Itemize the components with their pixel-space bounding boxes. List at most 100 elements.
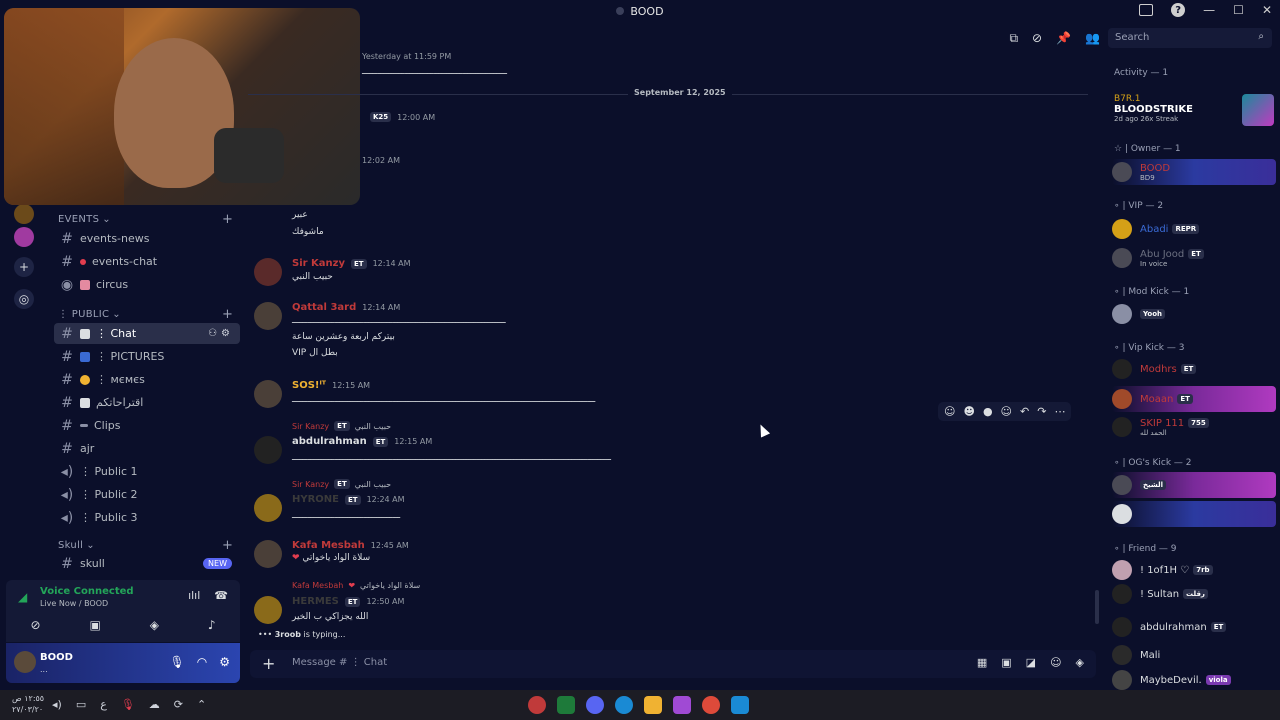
member-list-icon[interactable]: 👥 bbox=[1085, 31, 1100, 46]
member-item[interactable]: SKIP 111 755 الحمد لله bbox=[1112, 414, 1276, 440]
chrome-icon[interactable] bbox=[702, 696, 720, 714]
close-button[interactable]: ✕ bbox=[1262, 3, 1272, 17]
member-item[interactable]: Moaan ET bbox=[1112, 386, 1276, 412]
avatar[interactable] bbox=[254, 258, 282, 286]
cloud-icon[interactable]: ☁ bbox=[149, 698, 160, 711]
avatar[interactable] bbox=[254, 494, 282, 522]
discover-icon[interactable]: ◎ bbox=[14, 289, 34, 309]
copilot-icon[interactable] bbox=[673, 696, 691, 714]
camera-off-icon[interactable]: ⊘ bbox=[30, 618, 40, 632]
avatar[interactable] bbox=[254, 302, 282, 330]
voice-title[interactable]: Voice Connected bbox=[40, 586, 134, 597]
channel-chat[interactable]: # ⋮ Chat ⚇⚙ bbox=[54, 323, 240, 344]
threads-icon[interactable]: ⧉ bbox=[1009, 31, 1018, 46]
member-item[interactable] bbox=[1112, 501, 1276, 527]
avatar[interactable] bbox=[14, 651, 36, 673]
activity-card[interactable]: B7R.1 BLOODSTRIKE 2d ago 26x Streak bbox=[1114, 94, 1274, 130]
sticker-icon[interactable]: ◪ bbox=[1026, 656, 1036, 669]
member-item[interactable]: Modhrs ET bbox=[1112, 356, 1276, 382]
notification-icon[interactable]: ⊘ bbox=[1032, 31, 1042, 46]
apps-icon[interactable]: ◈ bbox=[1076, 656, 1084, 669]
maximize-button[interactable]: ☐ bbox=[1233, 3, 1244, 17]
channel-events-news[interactable]: # events-news bbox=[54, 228, 240, 249]
edge-icon[interactable] bbox=[615, 696, 633, 714]
member-item[interactable]: Abu Jood ET In voice bbox=[1112, 245, 1276, 271]
gift-icon[interactable]: ▦ bbox=[977, 656, 987, 669]
member-item[interactable]: MaybeDevil. viola bbox=[1112, 667, 1276, 690]
soundboard-icon[interactable]: ♪ bbox=[208, 618, 216, 632]
channel-memes[interactable]: # ⋮ мємєѕ bbox=[54, 369, 240, 390]
help-icon[interactable]: ? bbox=[1171, 3, 1186, 17]
language-icon[interactable]: ع bbox=[100, 698, 107, 711]
category-public[interactable]: ⋮ PUBLIC ⌄ + bbox=[58, 307, 233, 322]
member-item[interactable]: BOOD BD9 bbox=[1112, 159, 1276, 185]
chevron-up-icon[interactable]: ⌃ bbox=[197, 698, 206, 711]
author-name[interactable]: Sir Kanzy bbox=[292, 258, 345, 269]
channel-skull[interactable]: # skull NEW bbox=[54, 553, 240, 574]
add-channel-icon[interactable]: + bbox=[222, 307, 233, 322]
member-item[interactable]: ! 1of1H ♡ 7rb bbox=[1112, 557, 1276, 583]
add-reaction-icon[interactable]: ☺ bbox=[1001, 405, 1012, 418]
voice-public-3[interactable]: ◂) ⋮ Public 3 bbox=[54, 507, 240, 528]
server-icon-1[interactable] bbox=[14, 204, 34, 224]
add-channel-icon[interactable]: + bbox=[222, 538, 233, 553]
member-item[interactable]: Abadi REPR bbox=[1112, 216, 1276, 242]
folder-icon[interactable] bbox=[644, 696, 662, 714]
network-icon[interactable]: ▭ bbox=[76, 698, 86, 711]
clock[interactable]: ١٢:٥٥ ص ٢٧/٠٣/٢٠ bbox=[12, 693, 44, 715]
pin-icon[interactable]: 📌 bbox=[1056, 31, 1071, 46]
activity-icon[interactable]: ◈ bbox=[150, 618, 159, 632]
voice-subtitle[interactable]: Live Now / BOOD bbox=[40, 599, 108, 608]
emoji-icon[interactable]: ☺ bbox=[1050, 656, 1061, 669]
channel-circus[interactable]: ◉ circus bbox=[54, 274, 240, 295]
forward-icon[interactable]: ↷ bbox=[1037, 405, 1046, 418]
voice-public-1[interactable]: ◂) ⋮ Public 1 bbox=[54, 461, 240, 482]
member-item[interactable]: ! Sultan رقلت bbox=[1112, 581, 1276, 607]
author-name[interactable]: abdulrahman bbox=[292, 436, 367, 447]
noise-suppression-icon[interactable]: ılıl bbox=[188, 589, 200, 602]
sync-icon[interactable]: ⟳ bbox=[174, 698, 183, 711]
discord-icon[interactable] bbox=[586, 696, 604, 714]
message-input[interactable]: Message # ⋮ Chat bbox=[292, 657, 387, 668]
inbox-icon[interactable] bbox=[1139, 4, 1154, 16]
add-server-icon[interactable]: + bbox=[14, 257, 34, 277]
search-input[interactable]: Search ⌕ bbox=[1108, 28, 1272, 48]
reaction-icon[interactable]: ☻ bbox=[963, 405, 974, 418]
scrollbar[interactable] bbox=[1095, 590, 1099, 624]
voice-public-2[interactable]: ◂) ⋮ Public 2 bbox=[54, 484, 240, 505]
member-item[interactable]: abdulrahman ET bbox=[1112, 614, 1276, 640]
add-channel-icon[interactable]: + bbox=[222, 212, 233, 227]
attach-icon[interactable]: + bbox=[262, 654, 275, 673]
windows-start-icon[interactable] bbox=[731, 696, 749, 714]
minimize-button[interactable]: — bbox=[1203, 3, 1215, 17]
gear-icon[interactable]: ⚙ bbox=[219, 655, 230, 669]
message-composer[interactable]: + Message # ⋮ Chat ▦ ▣ ◪ ☺ ◈ bbox=[250, 650, 1096, 678]
headphones-icon[interactable]: ◠ bbox=[197, 655, 207, 669]
channel-clips[interactable]: # Clips bbox=[54, 415, 240, 436]
app-icon[interactable] bbox=[528, 696, 546, 714]
category-skull[interactable]: Skull ⌄ + bbox=[58, 538, 233, 553]
author-name[interactable]: Kafa Mesbah bbox=[292, 540, 365, 551]
avatar[interactable] bbox=[254, 380, 282, 408]
author-name[interactable]: SOS!ᴵᵀ bbox=[292, 380, 326, 391]
volume-icon[interactable]: ◂) bbox=[52, 698, 62, 711]
channel-pictures[interactable]: # ⋮ PICTURES bbox=[54, 346, 240, 367]
reaction-icon[interactable]: ☺ bbox=[944, 405, 955, 418]
channel-settings-icons[interactable]: ⚇⚙ bbox=[208, 328, 234, 339]
user-name[interactable]: BOOD bbox=[40, 652, 73, 663]
disconnect-icon[interactable]: ☎ bbox=[214, 589, 228, 602]
server-icon-2[interactable] bbox=[14, 227, 34, 247]
author-name[interactable]: HERMES bbox=[292, 596, 339, 607]
channel-events-chat[interactable]: # events-chat bbox=[54, 251, 240, 272]
channel-ajr[interactable]: # ajr bbox=[54, 438, 240, 459]
author-name[interactable]: HYRONE bbox=[292, 494, 339, 505]
channel-suggestions[interactable]: # اقتراحاتكم bbox=[54, 392, 240, 413]
screen-share-icon[interactable]: ▣ bbox=[89, 618, 100, 632]
avatar[interactable] bbox=[254, 436, 282, 464]
more-icon[interactable]: ⋯ bbox=[1054, 405, 1065, 418]
mic-icon[interactable]: 🎙 bbox=[170, 655, 185, 669]
excel-icon[interactable] bbox=[557, 696, 575, 714]
member-item[interactable]: الشيخ bbox=[1112, 472, 1276, 498]
avatar[interactable] bbox=[254, 540, 282, 568]
avatar[interactable] bbox=[254, 596, 282, 624]
